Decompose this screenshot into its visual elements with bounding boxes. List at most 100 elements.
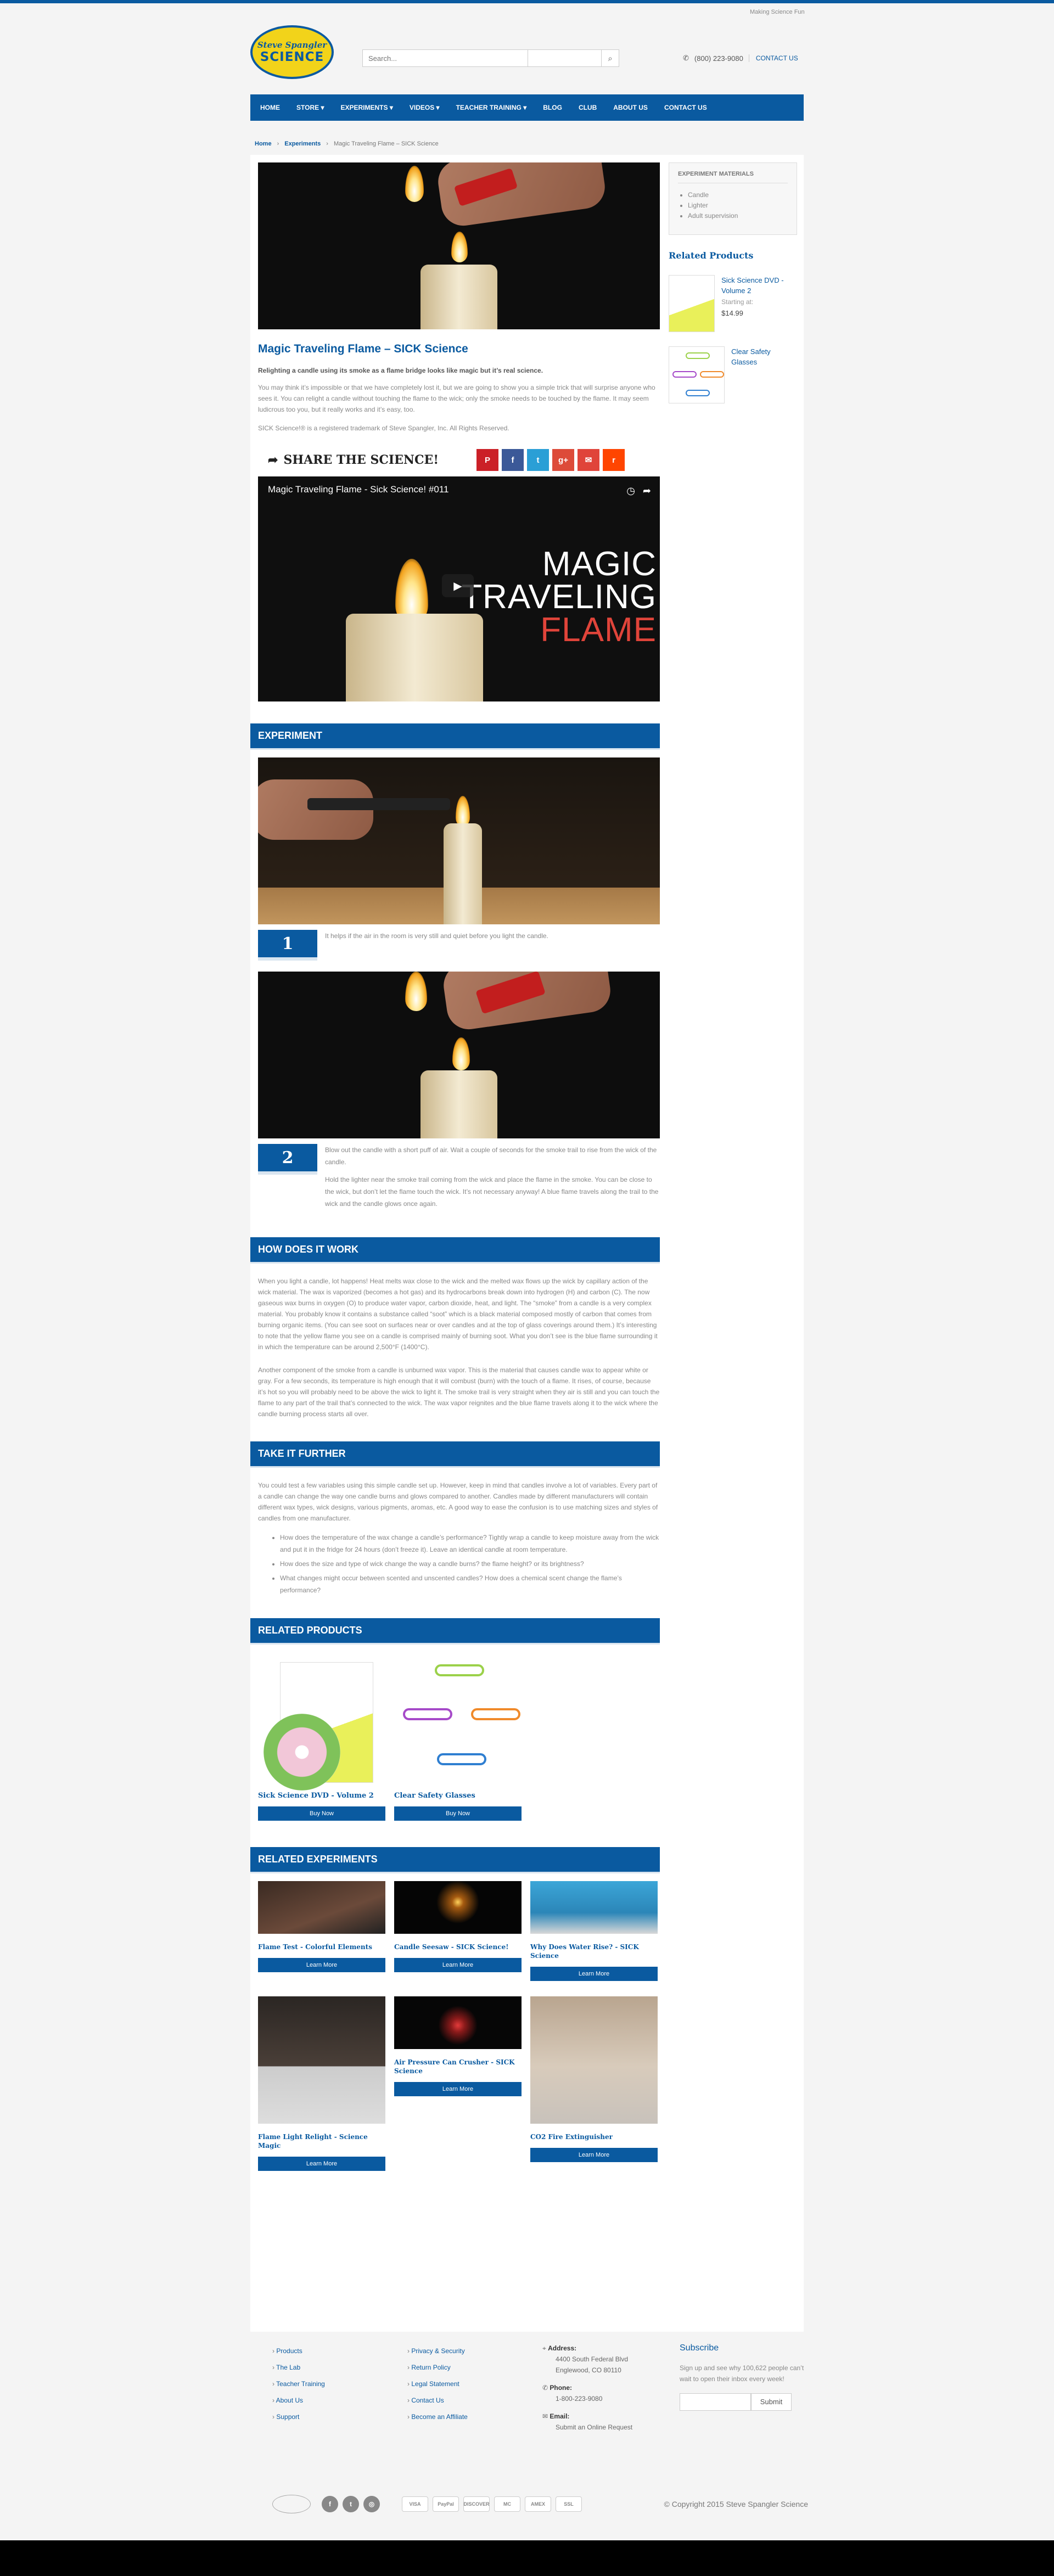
product-name[interactable]: Sick Science DVD - Volume 2 xyxy=(721,275,797,296)
product-name[interactable]: Clear Safety Glasses xyxy=(731,346,797,367)
share-icon[interactable]: ➦ xyxy=(643,485,651,497)
buy-now-button[interactable]: Buy Now xyxy=(394,1806,522,1821)
clock-icon[interactable]: ◷ xyxy=(626,485,635,497)
search-category-select[interactable] xyxy=(528,50,601,66)
payment-icons: VISA PayPal DISCOVER MC AMEX SSL xyxy=(402,2496,582,2512)
learn-more-button[interactable]: Learn More xyxy=(394,1958,522,1972)
learn-more-button[interactable]: Learn More xyxy=(394,2082,522,2096)
logo-line2: SCIENCE xyxy=(260,50,324,64)
step-number: 2 xyxy=(258,1144,317,1175)
footer-link[interactable]: Support xyxy=(272,2413,325,2421)
product-price: $14.99 xyxy=(721,309,743,317)
nav-club[interactable]: CLUB xyxy=(579,104,597,111)
dvd-disc xyxy=(264,1714,340,1791)
phone-label: Phone: xyxy=(550,2384,573,2392)
pinterest-icon[interactable]: P xyxy=(476,449,498,471)
logo[interactable]: Steve Spangler SCIENCE xyxy=(250,25,334,79)
product-title[interactable]: Clear Safety Glasses xyxy=(394,1792,522,1800)
experiment-title[interactable]: Why Does Water Rise? - SICK Science xyxy=(530,1943,658,1960)
materials-box: EXPERIMENT MATERIALS Candle Lighter Adul… xyxy=(669,162,797,235)
footer-link[interactable]: Legal Statement xyxy=(407,2380,468,2388)
learn-more-button[interactable]: Learn More xyxy=(258,2157,385,2171)
twitter-icon[interactable]: t xyxy=(527,449,549,471)
header-contact: ✆ (800) 223-9080 CONTACT US xyxy=(683,54,798,63)
experiment-image[interactable] xyxy=(394,1996,522,2049)
experiment-title[interactable]: Flame Test - Colorful Elements xyxy=(258,1943,385,1951)
experiment-title[interactable]: Candle Seesaw - SICK Science! xyxy=(394,1943,522,1951)
nav-videos[interactable]: VIDEOS ▾ xyxy=(410,104,440,111)
learn-more-button[interactable]: Learn More xyxy=(258,1958,385,1972)
glasses xyxy=(437,1753,486,1765)
search-input[interactable] xyxy=(363,50,528,66)
footer-phone[interactable]: 1-800-223-9080 xyxy=(542,2393,632,2404)
product-thumb[interactable] xyxy=(669,275,715,332)
step-number: 1 xyxy=(258,930,317,961)
video-player[interactable]: Magic Traveling Flame - Sick Science! #0… xyxy=(258,476,660,701)
sidebar: EXPERIMENT MATERIALS Candle Lighter Adul… xyxy=(669,162,797,403)
learn-more-button[interactable]: Learn More xyxy=(530,1967,658,1981)
list-item: How does the size and type of wick chang… xyxy=(280,1558,660,1570)
footer-address: ⌖ Address: 4400 South Federal Blvd Engle… xyxy=(542,2343,632,2433)
subscribe-box: Subscribe Sign up and see why 100,622 pe… xyxy=(680,2343,806,2411)
instagram-icon[interactable]: ◎ xyxy=(363,2496,380,2512)
subscribe-submit-button[interactable]: Submit xyxy=(751,2393,792,2411)
experiment-image[interactable] xyxy=(530,1996,658,2124)
nav-home[interactable]: HOME xyxy=(260,104,280,111)
ssl-icon: SSL xyxy=(556,2496,582,2512)
experiment-image[interactable] xyxy=(258,1996,385,2124)
contact-us-link[interactable]: CONTACT US xyxy=(748,54,798,62)
nav-teacher-training[interactable]: TEACHER TRAINING ▾ xyxy=(456,104,527,111)
related-products: Sick Science DVD - Volume 2 Buy Now Clea… xyxy=(258,1657,660,1821)
lead-text: Relighting a candle using its smoke as a… xyxy=(258,367,543,374)
nav-about-us[interactable]: ABOUT US xyxy=(613,104,648,111)
experiment-image[interactable] xyxy=(258,1881,385,1934)
sidebar-product: Clear Safety Glasses xyxy=(669,346,797,403)
learn-more-button[interactable]: Learn More xyxy=(530,2148,658,2162)
footer-link[interactable]: Products xyxy=(272,2347,325,2355)
nav-store[interactable]: STORE ▾ xyxy=(296,104,324,111)
visa-icon: VISA xyxy=(402,2496,428,2512)
footer-link[interactable]: About Us xyxy=(272,2397,325,2404)
search-icon[interactable]: ⌕ xyxy=(601,50,619,66)
product-thumb[interactable] xyxy=(669,346,725,403)
how-paragraph-2: Another component of the smoke from a ca… xyxy=(258,1366,660,1418)
product-image[interactable] xyxy=(394,1657,522,1784)
reddit-icon[interactable]: r xyxy=(603,449,625,471)
facebook-icon[interactable]: f xyxy=(322,2496,338,2512)
nav-experiments[interactable]: EXPERIMENTS ▾ xyxy=(340,104,393,111)
footer-link[interactable]: Contact Us xyxy=(407,2397,468,2404)
intro-text: You may think it’s impossible or that we… xyxy=(258,384,655,413)
email-link[interactable]: Submit an Online Request xyxy=(542,2422,632,2433)
footer-link[interactable]: Become an Affiliate xyxy=(407,2413,468,2421)
footer-link[interactable]: Return Policy xyxy=(407,2364,468,2371)
play-icon[interactable]: ▶ xyxy=(442,574,474,597)
footer-link[interactable]: Teacher Training xyxy=(272,2380,325,2388)
material-item: Adult supervision xyxy=(688,211,788,221)
footer-link[interactable]: The Lab xyxy=(272,2364,325,2371)
email-icon[interactable]: ✉ xyxy=(578,449,599,471)
breadcrumb: Home › Experiments › Magic Traveling Fla… xyxy=(255,141,439,147)
experiment-image[interactable] xyxy=(530,1881,658,1934)
experiment-title[interactable]: Flame Light Relight - Science Magic xyxy=(258,2132,385,2150)
breadcrumb-experiments[interactable]: Experiments xyxy=(284,141,321,147)
nav-contact-us[interactable]: CONTACT US xyxy=(664,104,707,111)
step1-image xyxy=(258,757,660,924)
subscribe-email-input[interactable] xyxy=(680,2393,751,2411)
subscribe-heading: Subscribe xyxy=(680,2343,719,2353)
breadcrumb-home[interactable]: Home xyxy=(255,141,272,147)
twitter-icon[interactable]: t xyxy=(343,2496,359,2512)
product-image[interactable] xyxy=(258,1657,385,1791)
buy-now-button[interactable]: Buy Now xyxy=(258,1806,385,1821)
experiment-title[interactable]: Air Pressure Can Crusher - SICK Science xyxy=(394,2058,522,2075)
product-title[interactable]: Sick Science DVD - Volume 2 xyxy=(258,1792,385,1800)
google-plus-icon[interactable]: g+ xyxy=(552,449,574,471)
lighter-flame xyxy=(405,166,424,202)
nav-blog[interactable]: BLOG xyxy=(543,104,562,111)
facebook-icon[interactable]: f xyxy=(502,449,524,471)
experiment-title[interactable]: CO2 Fire Extinguisher xyxy=(530,2132,658,2141)
footer-link[interactable]: Privacy & Security xyxy=(407,2347,468,2355)
materials-heading: EXPERIMENT MATERIALS xyxy=(678,171,788,183)
experiment-image[interactable] xyxy=(394,1881,522,1934)
address-label: Address: xyxy=(548,2344,577,2352)
lighter-flame xyxy=(405,972,427,1011)
